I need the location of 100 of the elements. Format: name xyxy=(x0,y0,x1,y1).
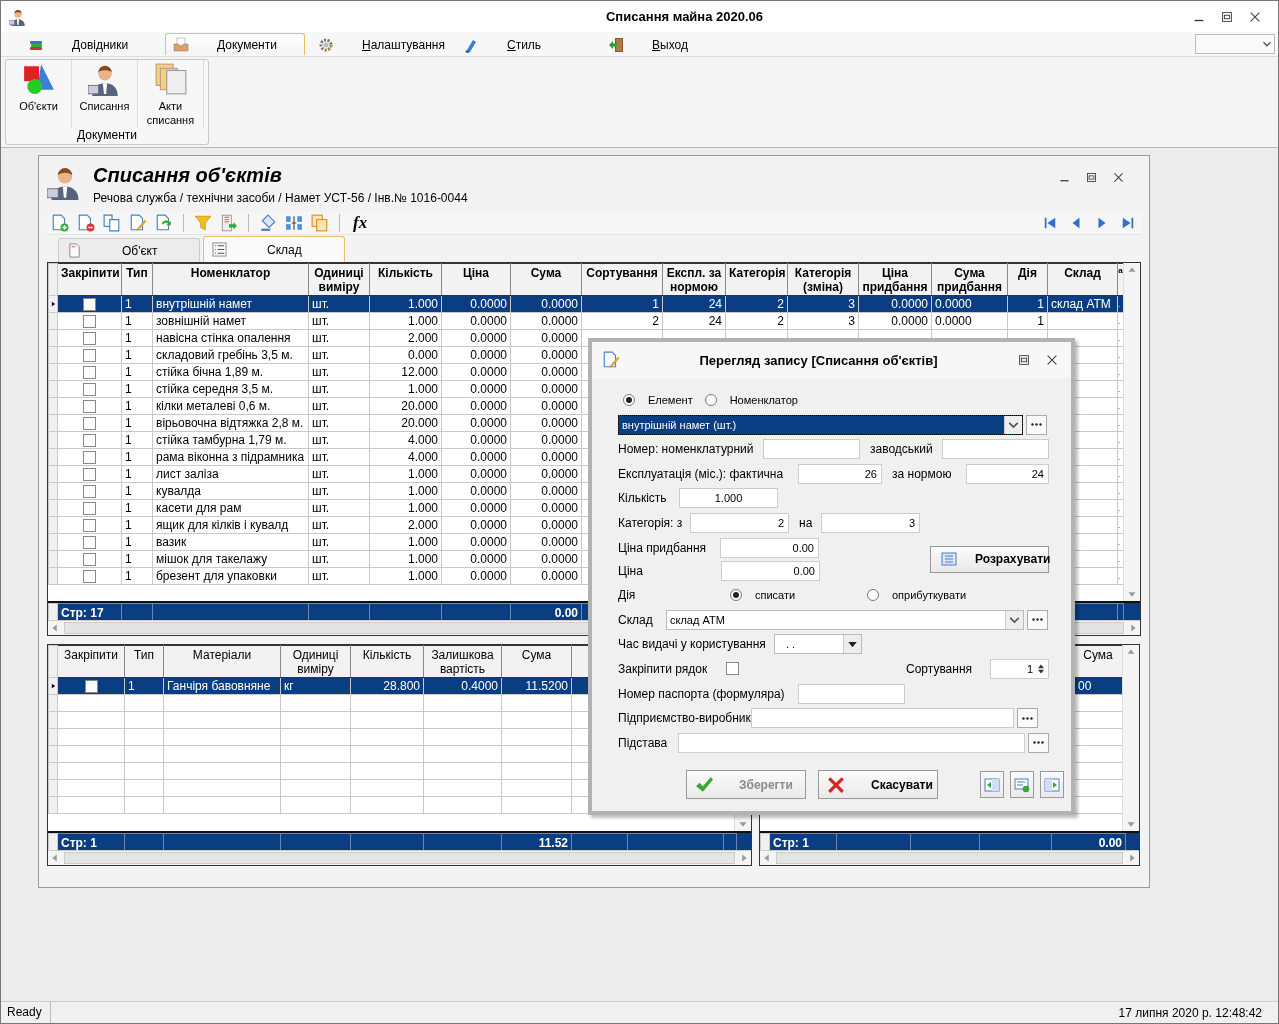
table-cell: 0.0000 xyxy=(441,329,511,347)
table-cell: 1.000 xyxy=(369,482,442,500)
field-label: за нормою xyxy=(891,466,953,481)
table-cell: шт. xyxy=(308,346,370,364)
table-cell: стійка середня 3,5 м. xyxy=(152,380,309,398)
table-cell: мішок для такелажу xyxy=(152,550,309,568)
field-label: Підприємство-виробник xyxy=(618,711,751,726)
table-cell: шт. xyxy=(308,431,370,449)
table-cell: шт. xyxy=(308,533,370,551)
table-cell: 0.0000 xyxy=(441,482,511,500)
table-cell: 1 xyxy=(121,414,153,432)
table-cell: шт. xyxy=(308,465,370,483)
table-cell: 0.0000 xyxy=(510,567,582,585)
table-cell: 1 xyxy=(121,312,153,330)
footer-cell: Стр: 1 xyxy=(769,833,837,850)
table-cell: 0.000 xyxy=(369,346,442,364)
table-cell: шт. xyxy=(308,363,370,381)
footer-cell: Стр: 1 xyxy=(57,833,125,850)
footer-cell: Стр: 17 xyxy=(57,603,122,620)
field-label: Номер паспорта (формуляра) xyxy=(618,686,786,701)
table-cell: 1 xyxy=(121,550,153,568)
field-label: Експлуатація (міс.): фактична xyxy=(618,466,785,481)
table-cell: шт. xyxy=(308,448,370,466)
table-cell: шт. xyxy=(308,482,370,500)
group-label: Документи xyxy=(76,128,138,144)
table-cell: 0.0000 xyxy=(510,448,582,466)
table-cell: 0.0000 xyxy=(510,397,582,415)
table-cell: 0.0000 xyxy=(510,414,582,432)
table-cell: 12.000 xyxy=(369,363,442,381)
table-cell: 1.000 xyxy=(369,550,442,568)
table-cell: 1 xyxy=(121,516,153,534)
table-cell: 1 xyxy=(121,363,153,381)
table-cell: вірьовочна відтяжка 2,8 м. xyxy=(152,414,309,432)
table-cell: 0.0000 xyxy=(510,533,582,551)
table-cell: 0.0000 xyxy=(510,499,582,517)
table-cell: 1.000 xyxy=(369,380,442,398)
table-cell: 1 xyxy=(121,482,153,500)
field-label: Сортування xyxy=(906,661,974,676)
table-cell: 1 xyxy=(1007,312,1048,330)
table-cell: 20.000 xyxy=(369,397,442,415)
table-cell: ящик для кілків і кувалд xyxy=(152,516,309,534)
table-cell: 0.0000 xyxy=(441,516,511,534)
status-datetime: 17 липня 2020 р. 12:48:42 xyxy=(1118,1005,1262,1020)
table-cell: 1.000 xyxy=(369,465,442,483)
table-cell: 1 xyxy=(121,465,153,483)
table-cell: 0.0000 xyxy=(441,397,511,415)
table-cell: 0.0000 xyxy=(510,363,582,381)
table-cell: 0.0000 xyxy=(858,312,932,330)
table-cell: 0.0000 xyxy=(510,516,582,534)
table-cell: 1 xyxy=(121,533,153,551)
table-cell: 1 xyxy=(121,329,153,347)
table-cell: вазик xyxy=(152,533,309,551)
table-cell: 4.000 xyxy=(369,448,442,466)
table-cell: шт. xyxy=(308,567,370,585)
table-cell: складовий гребінь 3,5 м. xyxy=(152,346,309,364)
table-cell: лист заліза xyxy=(152,465,309,483)
table-cell: 2.000 xyxy=(369,516,442,534)
table-cell: 1 xyxy=(121,567,153,585)
table-cell: 0.0000 xyxy=(441,448,511,466)
table-cell: шт. xyxy=(308,312,370,330)
status-text: Ready xyxy=(7,1002,51,1023)
table-cell: 0.0000 xyxy=(510,431,582,449)
table-cell: кувалда xyxy=(152,482,309,500)
table-cell: 0.0000 xyxy=(510,550,582,568)
table-cell: 0.0000 xyxy=(441,550,511,568)
table-cell: 1.000 xyxy=(369,312,442,330)
field-label: Склад xyxy=(618,612,654,627)
table-cell: 24 xyxy=(662,312,726,330)
table-cell: шт. xyxy=(308,414,370,432)
table-cell: 1 xyxy=(121,397,153,415)
table-cell: касети для рам xyxy=(152,499,309,517)
table-cell: 0.0000 xyxy=(441,567,511,585)
footer-cell: 0.00 xyxy=(510,603,582,620)
table-cell: 0.0000 xyxy=(441,363,511,381)
table-cell: шт. xyxy=(308,516,370,534)
table-cell: 1.000 xyxy=(369,499,442,517)
table-cell: 0.0000 xyxy=(441,431,511,449)
field-label: Підстава xyxy=(618,735,669,750)
footer-cell: 11.52 xyxy=(501,833,572,850)
table-cell: зовнішній намет xyxy=(152,312,309,330)
table-cell: 1.000 xyxy=(369,567,442,585)
field-label: Закріпити рядок xyxy=(618,661,709,676)
field-label: на xyxy=(798,515,814,530)
table-cell: 0.0000 xyxy=(441,533,511,551)
table-cell: 0.0000 xyxy=(510,312,582,330)
table-cell: шт. xyxy=(308,499,370,517)
footer-cell: 0.00 xyxy=(1051,833,1126,850)
table-cell: 0.0000 xyxy=(441,380,511,398)
table-cell: рама віконна з підрамника xyxy=(152,448,309,466)
table-cell: 0.0000 xyxy=(931,312,1008,330)
table-cell: 0.0000 xyxy=(441,312,511,330)
table-cell: 1 xyxy=(121,431,153,449)
table-cell: 0.0000 xyxy=(441,465,511,483)
field-label: Категорія: з xyxy=(618,515,684,530)
field-label: Час видачі у користування xyxy=(618,637,767,652)
window-title: Списання майна 2020.06 xyxy=(604,9,765,24)
table-cell: 0.0000 xyxy=(510,346,582,364)
table-cell: 1 xyxy=(121,499,153,517)
table-cell: шт. xyxy=(308,380,370,398)
table-cell: шт. xyxy=(308,329,370,347)
